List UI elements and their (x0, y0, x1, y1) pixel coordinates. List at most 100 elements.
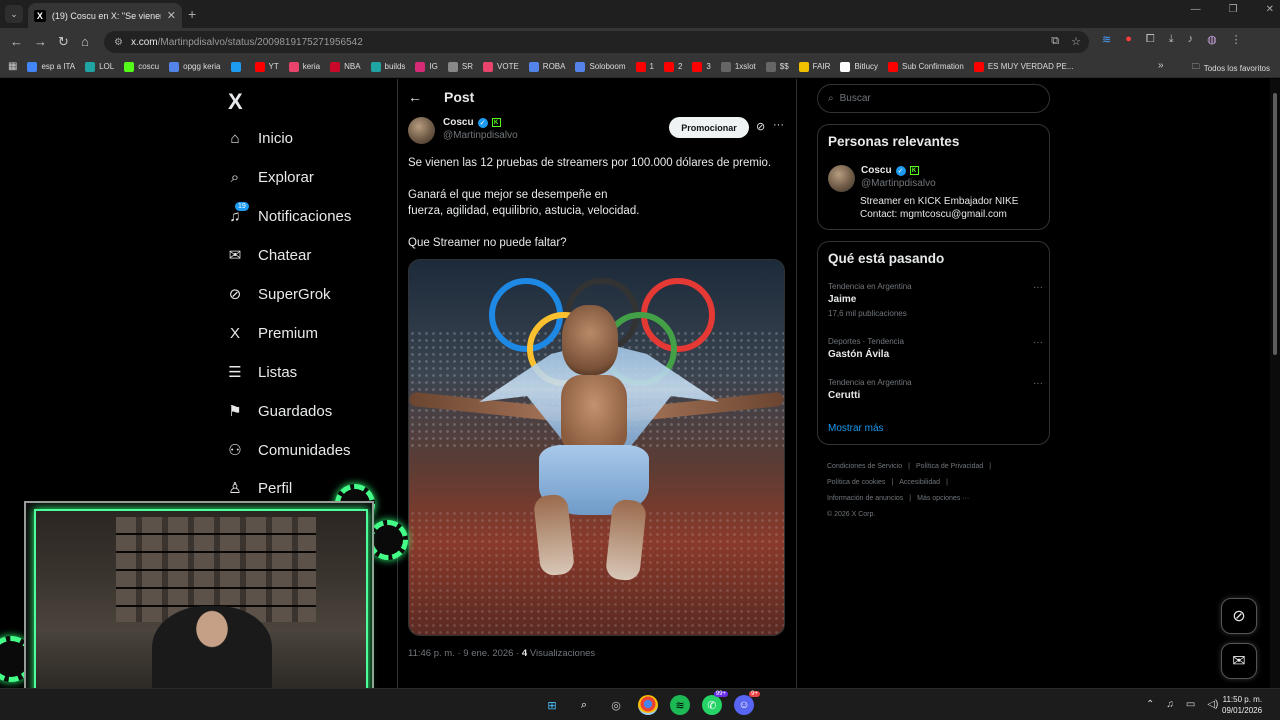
bookmark-item[interactable]: FAIR (798, 61, 830, 72)
forward-icon[interactable]: → (34, 34, 47, 49)
windows-start-icon[interactable]: ⊞ (542, 695, 562, 715)
author-handle[interactable]: @Martinpdisalvo (443, 130, 518, 141)
bookmark-item[interactable]: Bitlucy (840, 61, 878, 72)
chrome-icon[interactable] (638, 695, 658, 715)
sidebar-item-inicio[interactable]: ⌂ Inicio (226, 129, 293, 147)
browser-tab[interactable]: X (19) Coscu en X: "Se vienen las ✕ (28, 3, 182, 28)
bookmark-item[interactable]: keria (288, 61, 320, 72)
post-image[interactable] (408, 259, 785, 636)
bookmark-item[interactable]: $$ (765, 61, 789, 72)
sidebar-item-notificaciones[interactable]: ♫ 19 Notificaciones (226, 201, 351, 225)
footer-link[interactable]: Política de Privacidad (916, 463, 983, 470)
bookmark-item[interactable] (230, 61, 245, 72)
extensions-puzzle-icon[interactable]: ⧠ (1146, 33, 1155, 46)
taskbar-clock[interactable]: 11:50 p. m. 09/01/2026 (1222, 694, 1262, 716)
bookmark-item[interactable]: Soloboom (575, 61, 626, 72)
trend-more-icon[interactable]: ··· (1033, 282, 1043, 293)
microphone-icon[interactable]: ♫ (1166, 699, 1174, 710)
scrollbar-thumb[interactable] (1273, 93, 1277, 355)
bookmark-item[interactable]: Sub Confirmation (888, 61, 964, 72)
avatar[interactable] (408, 117, 435, 144)
whatsapp-icon[interactable]: ✆ 99+ (702, 691, 728, 715)
trend-more-icon[interactable]: ··· (1033, 378, 1043, 389)
footer-link[interactable]: Accesibilidad (899, 479, 940, 486)
bookmark-item[interactable]: 1 (635, 61, 654, 72)
footer-link[interactable]: Más opciones ··· (917, 495, 969, 502)
bookmark-item[interactable]: 1xslot (720, 61, 756, 72)
show-more-link[interactable]: Mostrar más (828, 423, 884, 434)
bookmark-item[interactable]: ROBA (528, 61, 565, 72)
bookmark-item[interactable]: opgg keria (169, 61, 221, 72)
bookmark-item[interactable]: 2 (663, 61, 682, 72)
tray-chevron-icon[interactable]: ⌃ (1146, 699, 1154, 710)
search-icon[interactable]: ⌕ (574, 695, 594, 715)
install-app-icon[interactable]: ⧉ (1051, 35, 1059, 48)
bookmark-item[interactable]: 3 (692, 61, 711, 72)
more-options-icon[interactable]: ··· (773, 119, 784, 131)
spotify-icon[interactable]: ≋ (670, 695, 690, 715)
author-name-row[interactable]: Coscu ✓ K (443, 117, 518, 128)
search-input[interactable]: ⌕ Buscar (817, 84, 1050, 113)
trend-item[interactable]: Tendencia en Argentina Jaime 17,6 mil publ… (828, 282, 1043, 318)
relevant-person[interactable]: Coscu ✓ K @Martinpdisalvo (828, 165, 936, 192)
all-favorites[interactable]: 🗀 Todos los favoritos (1192, 61, 1270, 75)
sidebar-item-chatear[interactable]: ✉ Chatear (226, 246, 312, 265)
trend-more-icon[interactable]: ··· (1033, 337, 1043, 348)
sidebar-item-explorar[interactable]: ⌕ Explorar (226, 168, 314, 186)
promote-button[interactable]: Promocionar (669, 117, 749, 138)
volume-icon[interactable]: ◁) (1207, 699, 1218, 710)
bookmark-star-icon[interactable]: ☆ (1071, 35, 1081, 48)
discord-icon[interactable]: ☺ 9+ (734, 691, 760, 715)
reload-icon[interactable]: ↻ (58, 34, 69, 50)
url-omnibox[interactable]: ⚙ x.com/Martinpdisalvo/status/2009819175… (104, 31, 1089, 53)
sidebar-item-comunidades[interactable]: ⚇ Comunidades (226, 441, 350, 460)
tab-close-icon[interactable]: ✕ (167, 9, 176, 22)
bookmark-item[interactable]: IG (415, 61, 438, 72)
footer-link[interactable]: Información de anuncios (827, 495, 903, 502)
bookmark-item[interactable]: SR (447, 61, 473, 72)
download-icon[interactable]: ⤓ (1169, 33, 1174, 46)
home-icon[interactable]: ⌂ (81, 34, 89, 49)
back-arrow-icon[interactable]: ← (408, 89, 422, 105)
bookmark-item[interactable]: esp a ITA (27, 61, 75, 72)
bookmark-item[interactable]: ES MUY VERDAD PE... (973, 61, 1073, 72)
footer-link[interactable]: Política de cookies (827, 479, 885, 486)
sidebar-item-listas[interactable]: ☰ Listas (226, 363, 297, 382)
site-info-icon[interactable]: ⚙ (114, 37, 123, 48)
footer-link[interactable]: © 2026 X Corp. (827, 511, 875, 518)
avatar[interactable] (828, 165, 855, 192)
close-window-icon[interactable]: ✕ (1266, 4, 1274, 15)
messages-fab-button[interactable]: ✉ (1221, 643, 1257, 679)
trend-item[interactable]: Deportes · Tendencia Gastón Ávila ··· (828, 337, 1043, 360)
sidebar-item-premium[interactable]: X Premium (226, 324, 318, 342)
minimize-icon[interactable]: — (1191, 4, 1201, 15)
media-icon[interactable]: ♪ (1188, 33, 1194, 46)
page-scrollbar[interactable] (1270, 79, 1280, 688)
extension-wave-icon[interactable]: ≋ (1102, 33, 1111, 46)
bookmark-item[interactable]: builds (370, 61, 405, 72)
profile-avatar-icon[interactable]: ◍ (1207, 33, 1217, 46)
bookmark-item[interactable]: YT (254, 61, 279, 72)
app-icon[interactable]: ◎ (606, 695, 626, 715)
bookmark-item[interactable]: LOL (85, 61, 114, 72)
bookmark-item[interactable]: coscu (124, 61, 159, 72)
grok-fab-button[interactable]: ⊘ (1221, 598, 1257, 634)
restore-icon[interactable]: ❐ (1229, 4, 1238, 15)
trend-item[interactable]: Tendencia en Argentina Cerutti ··· (828, 378, 1043, 401)
chrome-menu-icon[interactable]: ⋮ (1231, 33, 1242, 46)
grok-icon[interactable]: ⊘ (756, 120, 765, 133)
new-tab-button[interactable]: + (188, 6, 196, 22)
tab-search-menu-button[interactable]: ⌄ (5, 5, 23, 23)
bookmark-item[interactable]: VOTE (483, 61, 519, 72)
footer-link[interactable]: Condiciones de Servicio (827, 463, 902, 470)
bookmark-item[interactable]: NBA (330, 61, 361, 72)
bookmarks-overflow-icon[interactable]: » (1158, 60, 1164, 71)
sidebar-item-supergrok[interactable]: ⊘ SuperGrok (226, 285, 331, 304)
sidebar-item-perfil[interactable]: ♙ Perfil (226, 479, 292, 498)
back-icon[interactable]: ← (10, 34, 23, 49)
sidebar-item-guardados[interactable]: ⚑ Guardados (226, 402, 332, 421)
apps-grid-icon[interactable]: ▦ (8, 61, 17, 72)
extension-record-icon[interactable]: ● (1125, 33, 1132, 46)
x-logo-icon[interactable]: X (228, 89, 243, 115)
display-icon[interactable]: ▭ (1186, 699, 1195, 710)
